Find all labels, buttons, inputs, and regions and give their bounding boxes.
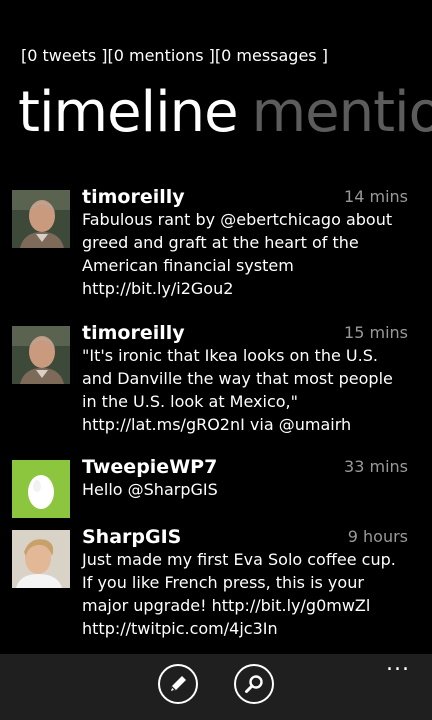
pivot-item-mentions[interactable]: mentions xyxy=(252,80,432,145)
avatar-sharpgis[interactable] xyxy=(12,530,70,588)
compose-button[interactable] xyxy=(158,664,198,704)
pivot-item-timeline[interactable]: timeline xyxy=(18,80,239,145)
tweet-timestamp: 33 mins xyxy=(344,457,408,476)
pivot-header: timelinementions xyxy=(18,78,432,148)
tweet-username[interactable]: timoreilly xyxy=(82,320,185,346)
status-counters: [0 tweets ][0 mentions ][0 messages ] xyxy=(21,46,328,65)
tweet-username[interactable]: SharpGIS xyxy=(82,524,181,550)
tweet-text: "It's ironic that Ikea looks on the U.S.… xyxy=(82,346,393,434)
avatar-timoreilly[interactable] xyxy=(12,190,70,248)
pencil-icon xyxy=(171,676,186,691)
avatar-timoreilly[interactable] xyxy=(12,326,70,384)
avatar-tweepiewp7[interactable] xyxy=(12,460,70,518)
tweet-username[interactable]: timoreilly xyxy=(82,184,185,210)
tweet-username[interactable]: TweepieWP7 xyxy=(82,454,217,480)
tweet-item[interactable]: SharpGIS 9 hours Just made my first Eva … xyxy=(12,526,408,650)
tweet-text: Just made my first Eva Solo coffee cup. … xyxy=(82,550,396,638)
tweet-timestamp: 15 mins xyxy=(344,323,408,342)
tweet-item[interactable]: TweepieWP7 33 mins Hello @SharpGIS xyxy=(12,456,408,520)
tweet-item[interactable]: timoreilly 14 mins Fabulous rant by @ebe… xyxy=(12,186,408,310)
search-button[interactable] xyxy=(234,664,274,704)
search-icon xyxy=(245,675,263,693)
tweet-text: Fabulous rant by @ebertchicago about gre… xyxy=(82,210,393,298)
tweet-item[interactable]: timoreilly 15 mins "It's ironic that Ike… xyxy=(12,322,408,446)
tweet-timestamp: 14 mins xyxy=(344,187,408,206)
tweet-text: Hello @SharpGIS xyxy=(82,480,218,499)
tweet-timestamp: 9 hours xyxy=(347,527,408,546)
more-menu-button[interactable]: ... xyxy=(386,653,410,675)
application-bar: ... xyxy=(0,653,432,720)
